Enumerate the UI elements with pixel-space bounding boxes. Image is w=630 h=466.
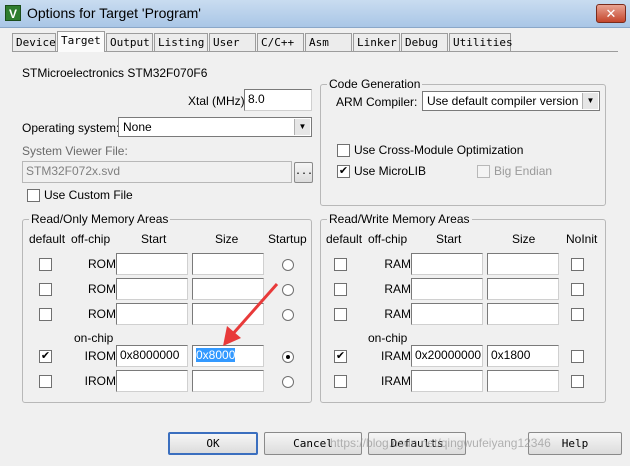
checkmark-icon: ✔	[40, 350, 51, 362]
close-button[interactable]: ✕	[596, 4, 626, 23]
rom-size-input[interactable]	[192, 253, 264, 275]
tab-c-cpp[interactable]: C/C++	[257, 33, 304, 51]
big-endian-checkbox[interactable]	[477, 165, 490, 178]
code-generation-title: Code Generation	[327, 77, 423, 91]
ram-default-checkbox[interactable]	[334, 375, 347, 388]
os-dropdown[interactable]: None ▼	[118, 117, 312, 137]
rom-size-input[interactable]	[192, 370, 264, 392]
tab-asm[interactable]: Asm	[305, 33, 352, 51]
ram-default-checkbox[interactable]	[334, 308, 347, 321]
ram-size-input[interactable]	[487, 303, 559, 325]
os-value: None	[123, 120, 152, 134]
rom-onchip-label: on-chip	[74, 331, 114, 345]
rom-title: Read/Only Memory Areas	[29, 212, 171, 226]
rom-start-input[interactable]	[116, 253, 188, 275]
ok-button[interactable]: OK	[168, 432, 258, 455]
ram-title: Read/Write Memory Areas	[327, 212, 472, 226]
tab-listing[interactable]: Listing	[154, 33, 208, 51]
rom-default-checkbox[interactable]	[39, 375, 52, 388]
use-custom-file-checkbox[interactable]	[27, 189, 40, 202]
cross-module-label: Use Cross-Module Optimization	[354, 143, 524, 157]
ram-header-default: default	[326, 232, 363, 246]
ram-header-size: Size	[512, 232, 536, 246]
tab-utilities[interactable]: Utilities	[449, 33, 513, 51]
big-endian-label: Big Endian	[494, 164, 553, 178]
ram-default-checkbox[interactable]	[334, 258, 347, 271]
tab-linker[interactable]: Linker	[353, 33, 400, 51]
rom-default-checkbox[interactable]	[39, 258, 52, 271]
rom-startup-radio[interactable]	[282, 259, 294, 271]
rom-default-checkbox[interactable]	[39, 308, 52, 321]
rom-startup-radio[interactable]	[282, 376, 294, 388]
window-title: Options for Target 'Program'	[27, 5, 201, 21]
rom-header-startup: Startup	[268, 232, 307, 246]
ram-size-text: 0x1800	[491, 348, 531, 362]
rom-header-size: Size	[215, 232, 239, 246]
arm-compiler-label: ARM Compiler:	[336, 95, 418, 109]
ram-header-start: Start	[436, 232, 462, 246]
ram-size-input[interactable]	[487, 253, 559, 275]
tab-device[interactable]: Device	[12, 33, 56, 51]
chevron-down-icon: ▼	[582, 93, 598, 109]
tab-debug[interactable]: Debug	[401, 33, 448, 51]
rom-header-default: default	[29, 232, 66, 246]
ram-header-noinit: NoInit	[566, 232, 598, 246]
ram-size-input[interactable]	[487, 278, 559, 300]
ram-header-offchip: off-chip	[368, 232, 408, 246]
rom-default-checkbox[interactable]: ✔	[39, 350, 52, 363]
ram-default-checkbox[interactable]	[334, 283, 347, 296]
annotation-arrow-icon	[223, 283, 279, 346]
arm-compiler-dropdown[interactable]: Use default compiler version ▼	[422, 91, 600, 111]
rom-header-start: Start	[141, 232, 167, 246]
rom-size-text: 0x8000	[196, 348, 236, 362]
xtal-label: Xtal (MHz):	[188, 94, 248, 108]
ram-start-input[interactable]	[411, 303, 483, 325]
close-icon: ✕	[605, 6, 617, 21]
device-name: STMicroelectronics STM32F070F6	[22, 66, 208, 80]
tab-user[interactable]: User	[209, 33, 256, 51]
browse-button[interactable]: ...	[294, 162, 313, 183]
checkmark-icon: ✔	[335, 350, 346, 362]
rom-start-input[interactable]	[116, 278, 188, 300]
ram-noinit-checkbox[interactable]	[571, 283, 584, 296]
microlib-checkbox[interactable]: ✔	[337, 165, 350, 178]
rom-start-input[interactable]	[116, 370, 188, 392]
ram-size-input[interactable]	[487, 370, 559, 392]
ram-size-input[interactable]: 0x1800	[487, 345, 559, 367]
ram-start-input[interactable]	[411, 370, 483, 392]
svf-input[interactable]: STM32F072x.svd	[22, 161, 292, 183]
ram-onchip-label: on-chip	[368, 331, 408, 345]
microlib-label: Use MicroLIB	[354, 164, 427, 178]
ram-noinit-checkbox[interactable]	[571, 350, 584, 363]
rom-startup-radio[interactable]	[282, 351, 294, 363]
ram-default-checkbox[interactable]: ✔	[334, 350, 347, 363]
tab-output[interactable]: Output	[106, 33, 153, 51]
checkmark-icon: ✔	[338, 165, 349, 177]
rom-start-input[interactable]	[116, 303, 188, 325]
rom-start-input[interactable]: 0x8000000	[116, 345, 188, 367]
tab-target[interactable]: Target	[57, 31, 105, 52]
ram-start-input[interactable]	[411, 278, 483, 300]
ram-noinit-checkbox[interactable]	[571, 258, 584, 271]
cross-module-checkbox[interactable]	[337, 144, 350, 157]
rom-header-offchip: off-chip	[71, 232, 111, 246]
xtal-input[interactable]: 8.0	[244, 89, 312, 111]
svf-label: System Viewer File:	[22, 144, 128, 158]
chevron-down-icon: ▼	[294, 119, 310, 135]
ram-noinit-checkbox[interactable]	[571, 308, 584, 321]
ram-start-input[interactable]	[411, 253, 483, 275]
os-label: Operating system:	[22, 121, 120, 135]
ram-start-input[interactable]: 0x20000000	[411, 345, 483, 367]
watermark: https://blog.csdn.net/qingwufeiyang12346	[330, 436, 551, 450]
app-icon: V	[5, 5, 21, 21]
ram-noinit-checkbox[interactable]	[571, 375, 584, 388]
arm-compiler-value: Use default compiler version	[427, 94, 579, 108]
use-custom-file-label: Use Custom File	[44, 188, 133, 202]
rom-default-checkbox[interactable]	[39, 283, 52, 296]
